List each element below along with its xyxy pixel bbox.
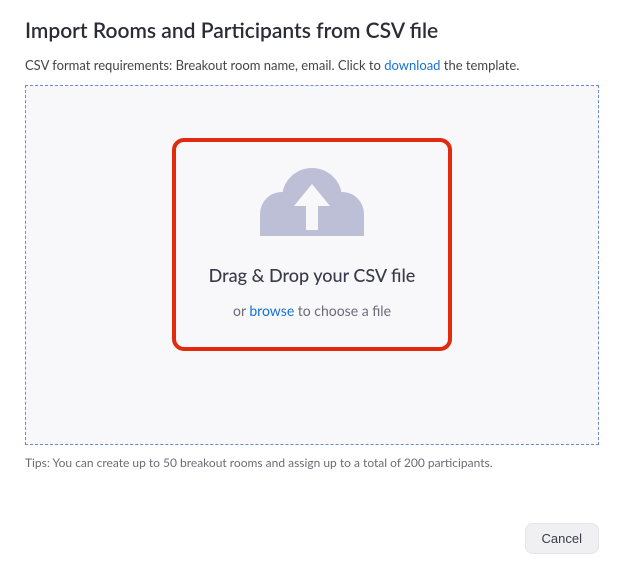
dialog-footer: Cancel bbox=[525, 523, 599, 554]
dropzone-subtext: or browse to choose a file bbox=[233, 302, 391, 319]
cancel-button[interactable]: Cancel bbox=[525, 523, 599, 554]
subtitle-prefix: CSV format requirements: Breakout room n… bbox=[25, 57, 384, 73]
browse-link[interactable]: browse bbox=[249, 302, 294, 319]
dropzone-heading: Drag & Drop your CSV file bbox=[209, 264, 416, 286]
csv-dropzone[interactable]: Drag & Drop your CSV file or browse to c… bbox=[25, 85, 599, 445]
page-title: Import Rooms and Participants from CSV f… bbox=[25, 18, 599, 43]
dropzone-sub-suffix: to choose a file bbox=[294, 302, 391, 319]
import-csv-dialog: Import Rooms and Participants from CSV f… bbox=[0, 0, 624, 482]
dropzone-sub-prefix: or bbox=[233, 302, 249, 319]
subtitle-suffix: the template. bbox=[440, 57, 519, 73]
dropzone-highlight: Drag & Drop your CSV file or browse to c… bbox=[172, 138, 452, 351]
download-template-link[interactable]: download bbox=[384, 57, 440, 73]
tips-text: Tips: You can create up to 50 breakout r… bbox=[25, 455, 599, 470]
cloud-upload-icon bbox=[252, 158, 372, 244]
format-requirements-text: CSV format requirements: Breakout room n… bbox=[25, 57, 599, 73]
